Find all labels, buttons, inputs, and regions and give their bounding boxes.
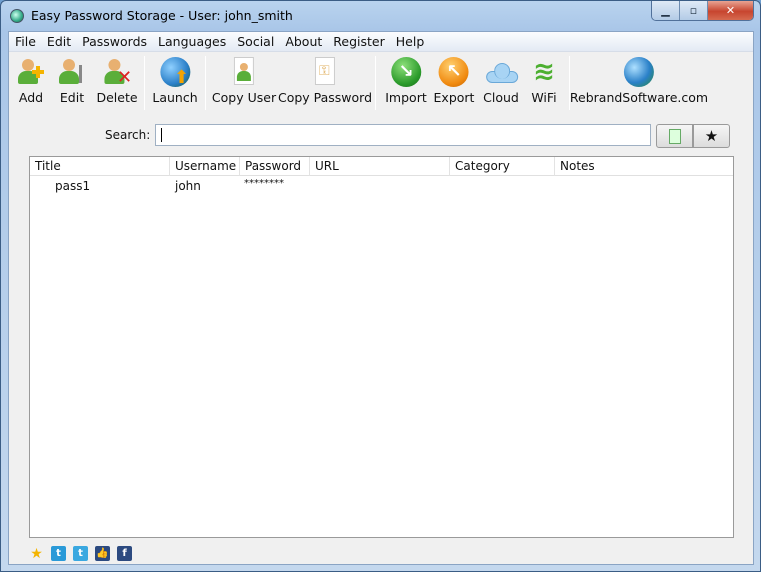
minimize-button[interactable]: ▁ [652, 1, 680, 20]
menu-about[interactable]: About [279, 32, 327, 51]
user-delete-icon: ✕ [102, 57, 132, 88]
search-input[interactable] [155, 124, 651, 146]
menu-passwords[interactable]: Passwords [76, 32, 152, 51]
globe-launch-icon: ⬆ [159, 57, 190, 88]
menu-register[interactable]: Register [327, 32, 389, 51]
import-icon: ↘ [391, 57, 421, 87]
password-table: Title Username Password URL Category Not… [29, 156, 734, 538]
cloud-button[interactable]: Cloud [483, 57, 519, 105]
export-button[interactable]: ↖ Export [434, 57, 474, 105]
copy-password-button[interactable]: ⚿ Copy Password [278, 57, 372, 105]
cell-title: pass1 [55, 179, 91, 193]
globe-icon [624, 57, 654, 87]
toolbar: Add Edit ✕ Delete ⬆ Launch Copy User ⚿ Copy… [9, 53, 753, 111]
menu-bar: File Edit Passwords Languages Social Abo… [9, 32, 753, 52]
copy-password-icon: ⚿ [310, 57, 340, 87]
rebrandsoftware-link[interactable]: RebrandSoftware.com [570, 57, 708, 105]
title-bar: Easy Password Storage - User: john_smith… [1, 1, 760, 31]
close-button[interactable]: ✕ [708, 1, 753, 20]
menu-languages[interactable]: Languages [152, 32, 231, 51]
launch-button[interactable]: ⬆ Launch [152, 57, 198, 105]
star-icon[interactable]: ★ [29, 546, 44, 562]
column-title[interactable]: Title [30, 157, 170, 176]
user-edit-icon [57, 57, 87, 87]
delete-button[interactable]: ✕ Delete [96, 57, 138, 105]
facebook-icon[interactable]: f [117, 546, 132, 561]
search-label: Search: [105, 128, 151, 142]
column-password[interactable]: Password [240, 157, 310, 176]
app-window: Easy Password Storage - User: john_smith… [0, 0, 761, 572]
copy-user-icon [229, 57, 259, 87]
column-url[interactable]: URL [310, 157, 450, 176]
twitter-share-icon[interactable]: t [73, 546, 88, 561]
column-username[interactable]: Username [170, 157, 240, 176]
menu-help[interactable]: Help [390, 32, 430, 51]
list-view-button[interactable] [656, 124, 693, 148]
copy-user-button[interactable]: Copy User [212, 57, 276, 105]
cell-password: ******** [244, 178, 284, 189]
wifi-icon: ≋ [533, 57, 555, 87]
menu-social[interactable]: Social [231, 32, 279, 51]
user-add-icon [16, 57, 46, 87]
app-icon [10, 9, 24, 23]
add-button[interactable]: Add [16, 57, 46, 105]
export-icon: ↖ [438, 57, 469, 87]
import-button[interactable]: ↘ Import [385, 57, 427, 105]
maximize-button[interactable]: ▫ [680, 1, 708, 20]
twitter-icon[interactable]: t [51, 546, 66, 561]
column-category[interactable]: Category [450, 157, 555, 176]
column-notes[interactable]: Notes [555, 157, 733, 176]
wifi-button[interactable]: ≋ WiFi [529, 57, 559, 105]
like-icon[interactable]: 👍 [95, 546, 110, 561]
menu-edit[interactable]: Edit [41, 32, 76, 51]
favorites-button[interactable]: ★ [693, 124, 730, 148]
cell-username: john [175, 179, 201, 193]
window-title: Easy Password Storage - User: john_smith [31, 8, 293, 23]
edit-button[interactable]: Edit [57, 57, 87, 105]
cloud-icon [486, 57, 518, 87]
menu-file[interactable]: File [9, 32, 41, 51]
list-icon [668, 128, 681, 144]
